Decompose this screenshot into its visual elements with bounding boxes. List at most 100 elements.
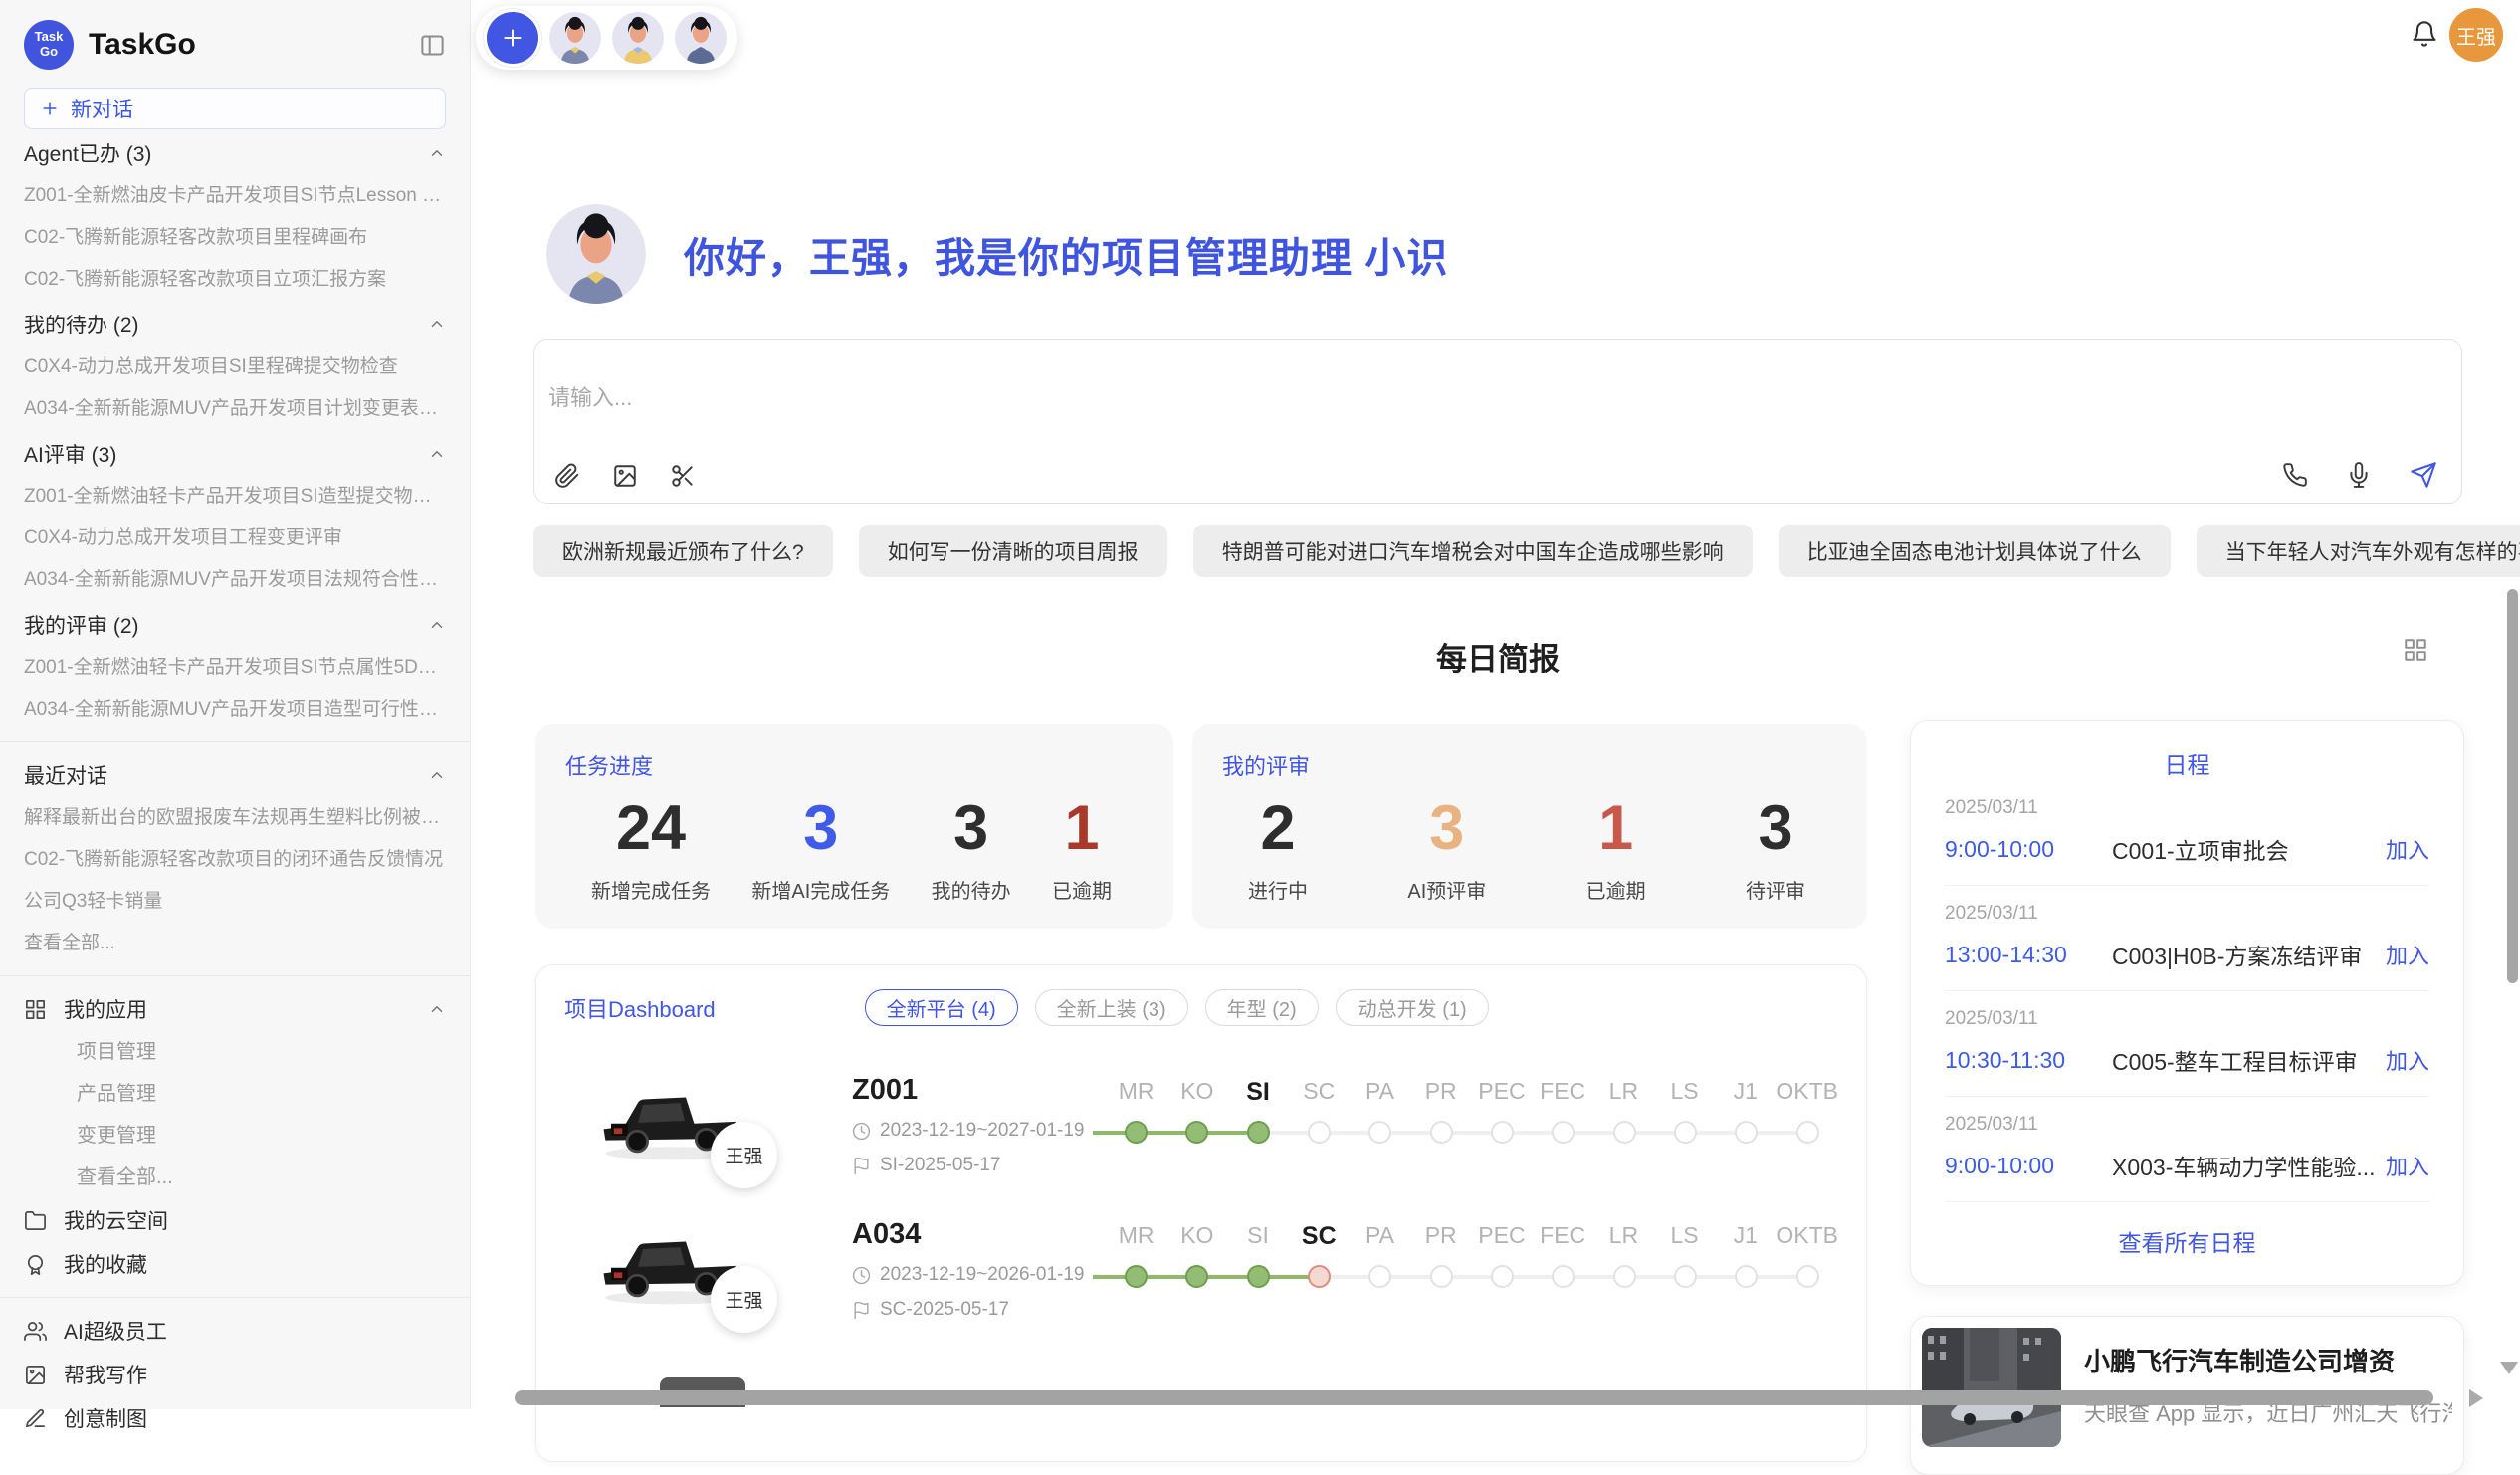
sidebar-section-header[interactable]: AI评审 (3) bbox=[24, 432, 446, 476]
milestone-dot-FEC[interactable] bbox=[1552, 1121, 1575, 1144]
dashboard-filter-chip[interactable]: 全新平台 (4) bbox=[865, 989, 1018, 1026]
scroll-down-arrow[interactable] bbox=[2500, 1362, 2518, 1374]
agent-avatar-2[interactable] bbox=[612, 12, 664, 64]
vertical-scrollbar[interactable] bbox=[2507, 589, 2518, 983]
milestone-dot-MR[interactable] bbox=[1125, 1121, 1148, 1144]
project-owner-badge[interactable]: 王强 bbox=[711, 1266, 777, 1333]
add-agent-button[interactable] bbox=[487, 12, 538, 64]
sidebar-item[interactable]: C0X4-动力总成开发项目SI里程碑提交物检查 bbox=[24, 346, 446, 388]
milestone-dot-OKTB[interactable] bbox=[1796, 1121, 1819, 1144]
app-item[interactable]: 变更管理 bbox=[24, 1115, 446, 1157]
sidebar-item[interactable]: C02-飞腾新能源轻客改款项目里程碑画布 bbox=[24, 217, 446, 259]
tool-label: AI超级员工 bbox=[64, 1316, 167, 1346]
sidebar-tool-item[interactable]: 帮我写作 bbox=[24, 1353, 446, 1396]
sidebar-item[interactable]: Z001-全新燃油皮卡产品开发项目SI节点Lesson Learn报告 bbox=[24, 175, 446, 217]
layout-grid-icon[interactable] bbox=[2403, 637, 2428, 663]
dashboard-filter-chip[interactable]: 年型 (2) bbox=[1205, 989, 1319, 1026]
milestone-dot-LS[interactable] bbox=[1674, 1265, 1697, 1288]
sidebar-item-favorites[interactable]: 我的收藏 bbox=[24, 1242, 446, 1286]
milestone-dot-SC[interactable] bbox=[1308, 1265, 1331, 1288]
scissors-icon[interactable] bbox=[670, 463, 696, 489]
sidebar-item-cloud-space[interactable]: 我的云空间 bbox=[24, 1198, 446, 1242]
project-name[interactable]: A034 bbox=[852, 1218, 1106, 1251]
agent-avatar-1[interactable] bbox=[549, 12, 601, 64]
recent-chat-item[interactable]: C02-飞腾新能源轻客改款项目的闭环通告反馈情况 bbox=[24, 839, 446, 881]
chevron-up-icon[interactable] bbox=[428, 316, 446, 333]
suggestion-chip[interactable]: 比亚迪全固态电池计划具体说了什么 bbox=[1779, 525, 2171, 577]
user-avatar[interactable]: 王强 bbox=[2449, 8, 2503, 62]
milestone-dot-KO[interactable] bbox=[1185, 1265, 1208, 1288]
chevron-up-icon[interactable] bbox=[428, 766, 446, 784]
recent-chat-item[interactable]: 解释最新出台的欧盟报废车法规再生塑料比例被调至15%... bbox=[24, 797, 446, 839]
view-all-schedule-link[interactable]: 查看所有日程 bbox=[1945, 1224, 2429, 1258]
chat-input-card bbox=[533, 339, 2462, 504]
sidebar-item-my-apps[interactable]: 我的应用 bbox=[24, 987, 446, 1031]
image-icon[interactable] bbox=[612, 463, 638, 489]
recent-chat-item[interactable]: 查看全部... bbox=[24, 923, 446, 964]
milestone-dot-SC[interactable] bbox=[1308, 1121, 1331, 1144]
milestone-dot-SI[interactable] bbox=[1247, 1121, 1270, 1144]
sidebar-tool-item[interactable]: AI超级员工 bbox=[24, 1309, 446, 1353]
join-link[interactable]: 加入 bbox=[2386, 1044, 2429, 1076]
suggestion-chip[interactable]: 当下年轻人对汽车外观有怎样的喜好趋势 bbox=[2197, 525, 2520, 577]
project-owner-badge[interactable]: 王强 bbox=[711, 1122, 777, 1188]
sidebar-tool-item[interactable]: 创意制图 bbox=[24, 1396, 446, 1440]
milestone-dot-PR[interactable] bbox=[1430, 1121, 1453, 1144]
sidebar-item[interactable]: C0X4-动力总成开发项目工程变更评审 bbox=[24, 518, 446, 559]
project-name[interactable]: Z001 bbox=[852, 1074, 1106, 1107]
recent-chats-header[interactable]: 最近对话 bbox=[24, 753, 446, 797]
paperclip-icon[interactable] bbox=[554, 463, 580, 489]
sidebar-item[interactable]: C02-飞腾新能源轻客改款项目立项汇报方案 bbox=[24, 259, 446, 301]
scroll-right-arrow[interactable] bbox=[2469, 1389, 2483, 1407]
join-link[interactable]: 加入 bbox=[2386, 833, 2429, 865]
sidebar-section-header[interactable]: Agent已办 (3) bbox=[24, 131, 446, 175]
chevron-up-icon[interactable] bbox=[428, 144, 446, 162]
milestone-dot-OKTB[interactable] bbox=[1796, 1265, 1819, 1288]
app-item[interactable]: 项目管理 bbox=[24, 1031, 446, 1073]
sidebar-collapse-icon[interactable] bbox=[419, 32, 446, 59]
chat-input[interactable] bbox=[548, 348, 2041, 448]
app-item[interactable]: 查看全部... bbox=[24, 1157, 446, 1198]
milestone-dot-KO[interactable] bbox=[1185, 1121, 1208, 1144]
milestone-dot-LR[interactable] bbox=[1613, 1121, 1636, 1144]
sidebar-section-header[interactable]: 我的待办 (2) bbox=[24, 303, 446, 346]
chevron-up-icon[interactable] bbox=[428, 616, 446, 634]
phone-icon[interactable] bbox=[2282, 462, 2308, 488]
chevron-up-icon[interactable] bbox=[428, 445, 446, 463]
sidebar-section-header[interactable]: 我的评审 (2) bbox=[24, 603, 446, 647]
dashboard-filter-chip[interactable]: 动总开发 (1) bbox=[1336, 989, 1489, 1026]
suggestion-chip[interactable]: 特朗普可能对进口汽车增税会对中国车企造成哪些影响 bbox=[1193, 525, 1753, 577]
milestone-dot-MR[interactable] bbox=[1125, 1265, 1148, 1288]
logo-line2: Go bbox=[40, 45, 58, 60]
join-link[interactable]: 加入 bbox=[2386, 939, 2429, 970]
milestone-dot-J1[interactable] bbox=[1735, 1121, 1758, 1144]
milestone-dot-FEC[interactable] bbox=[1552, 1265, 1575, 1288]
suggestion-chip[interactable]: 欧洲新规最近颁布了什么? bbox=[533, 525, 833, 577]
sidebar-item[interactable]: A034-全新新能源MUV产品开发项目法规符合性评审 bbox=[24, 559, 446, 601]
milestone-dot-LR[interactable] bbox=[1613, 1265, 1636, 1288]
milestone-dot-PEC[interactable] bbox=[1491, 1265, 1514, 1288]
milestone-dot-J1[interactable] bbox=[1735, 1265, 1758, 1288]
dashboard-filter-chip[interactable]: 全新上装 (3) bbox=[1035, 989, 1188, 1026]
milestone-dot-PR[interactable] bbox=[1430, 1265, 1453, 1288]
sidebar-item[interactable]: A034-全新新能源MUV产品开发项目计划变更表编写 bbox=[24, 388, 446, 430]
sidebar-item[interactable]: Z001-全新燃油轻卡产品开发项目SI造型提交物评审 bbox=[24, 476, 446, 518]
app-item[interactable]: 产品管理 bbox=[24, 1073, 446, 1115]
recent-chat-item[interactable]: 公司Q3轻卡销量 bbox=[24, 881, 446, 923]
agent-avatar-3[interactable] bbox=[675, 12, 727, 64]
horizontal-scrollbar[interactable] bbox=[515, 1390, 2433, 1405]
sidebar-item[interactable]: A034-全新新能源MUV产品开发项目造型可行性评审 bbox=[24, 689, 446, 731]
milestone-dot-PA[interactable] bbox=[1368, 1265, 1391, 1288]
join-link[interactable]: 加入 bbox=[2386, 1150, 2429, 1181]
milestone-dot-LS[interactable] bbox=[1674, 1121, 1697, 1144]
send-icon[interactable] bbox=[2410, 461, 2437, 489]
notification-bell-icon[interactable] bbox=[2411, 20, 2438, 48]
milestone-dot-PEC[interactable] bbox=[1491, 1121, 1514, 1144]
chevron-up-icon[interactable] bbox=[428, 1000, 446, 1018]
milestone-dot-PA[interactable] bbox=[1368, 1121, 1391, 1144]
suggestion-chip[interactable]: 如何写一份清晰的项目周报 bbox=[859, 525, 1167, 577]
new-chat-button[interactable]: 新对话 bbox=[24, 88, 446, 129]
sidebar-item[interactable]: Z001-全新燃油轻卡产品开发项目SI节点属性5D文件评审 bbox=[24, 647, 446, 689]
milestone-dot-SI[interactable] bbox=[1247, 1265, 1270, 1288]
mic-icon[interactable] bbox=[2346, 462, 2372, 488]
